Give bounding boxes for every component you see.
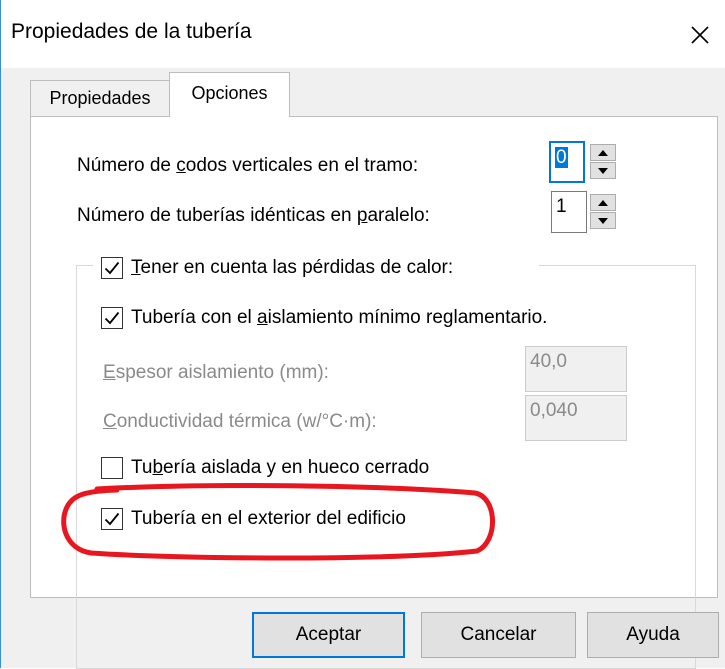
- thermal-conductivity-field[interactable]: 0,040: [525, 395, 627, 441]
- exterior-checkbox[interactable]: [101, 508, 123, 530]
- checkmark-icon: [104, 512, 120, 526]
- triangle-up-icon: [598, 199, 608, 206]
- triangle-down-icon: [598, 167, 608, 174]
- close-icon: [691, 26, 709, 44]
- spin-up-button[interactable]: [590, 194, 616, 211]
- heat-losses-checkbox[interactable]: [101, 257, 123, 279]
- parallel-pipes-label: Número de tuberías idénticas en paralelo…: [77, 205, 430, 226]
- insulated-closed-checkbox[interactable]: [101, 457, 123, 479]
- close-button[interactable]: [677, 12, 723, 58]
- checkmark-icon: [104, 261, 120, 275]
- dialog-window: Propiedades de la tubería Propiedades Op…: [0, 0, 725, 669]
- heat-losses-label: Tener en cuenta las pérdidas de calor:: [131, 257, 454, 278]
- parallel-pipes-input[interactable]: 1: [551, 191, 587, 233]
- exterior-label: Tubería en el exterior del edificio: [131, 508, 406, 529]
- vertical-elbows-input[interactable]: 0: [549, 141, 585, 183]
- tab-propiedades[interactable]: Propiedades: [30, 80, 170, 116]
- cancel-button[interactable]: Cancelar: [421, 612, 576, 658]
- tab-opciones[interactable]: Opciones: [169, 72, 290, 117]
- checkmark-icon: [104, 311, 120, 325]
- title-bar: Propiedades de la tubería: [1, 0, 725, 68]
- spin-down-button[interactable]: [590, 162, 616, 179]
- triangle-down-icon: [598, 217, 608, 224]
- help-button[interactable]: Ayuda: [587, 612, 719, 658]
- parallel-pipes-stepper: [587, 191, 619, 233]
- insulated-closed-label: Tubería aislada y en hueco cerrado: [131, 457, 430, 478]
- vertical-elbows-label: Número de codos verticales en el tramo:: [77, 155, 419, 176]
- min-insulation-label: Tubería con el aislamiento mínimo reglam…: [131, 307, 548, 328]
- spin-down-button[interactable]: [590, 212, 616, 229]
- insulation-thickness-field[interactable]: 40,0: [525, 346, 627, 392]
- insulation-thickness-label: Espesor aislamiento (mm):: [103, 362, 329, 383]
- thermal-conductivity-label: Conductividad térmica (w/°C·m):: [103, 411, 377, 432]
- tab-label: Opciones: [191, 83, 268, 103]
- accept-button[interactable]: Aceptar: [252, 612, 405, 658]
- spin-up-button[interactable]: [590, 144, 616, 161]
- tab-label: Propiedades: [49, 88, 151, 108]
- options-panel: Número de codos verticales en el tramo: …: [30, 116, 718, 669]
- min-insulation-checkbox[interactable]: [101, 307, 123, 329]
- window-title: Propiedades de la tubería: [11, 20, 252, 43]
- vertical-elbows-stepper: [587, 141, 619, 183]
- triangle-up-icon: [598, 149, 608, 156]
